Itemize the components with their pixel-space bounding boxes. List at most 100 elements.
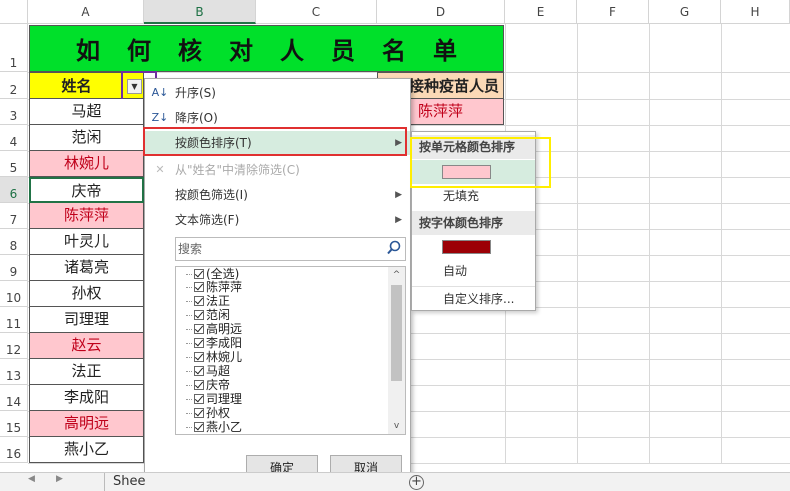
col-header-d[interactable]: D <box>377 0 505 24</box>
checkbox-checked-icon <box>194 408 204 418</box>
name-cell[interactable]: 陈萍萍 <box>29 203 144 229</box>
row-header[interactable]: 13 <box>0 359 28 385</box>
title-char: 名 <box>382 36 406 65</box>
menu-item-filter-by-color[interactable]: 按颜色筛选(I) ▶ <box>145 183 410 207</box>
title-cell[interactable]: 如 何 核 对 人 员 名 单 <box>29 25 504 72</box>
title-char: 单 <box>433 36 457 65</box>
checkbox-checked-icon <box>194 338 204 348</box>
checklist-scrollbar[interactable]: ^ v <box>388 267 405 434</box>
submenu-arrow-icon: ▶ <box>395 190 402 200</box>
select-all-corner[interactable] <box>0 0 28 24</box>
row-header[interactable]: 3 <box>0 99 28 125</box>
name-cell[interactable]: 范闲 <box>29 125 144 151</box>
checkbox-checked-icon <box>194 282 204 292</box>
row-header[interactable]: 12 <box>0 333 28 359</box>
title-char: 员 <box>331 36 355 65</box>
name-cell[interactable]: 司理理 <box>29 307 144 333</box>
checklist-item[interactable]: 高明远 <box>186 323 242 336</box>
gridline <box>721 24 722 464</box>
checkbox-checked-icon <box>194 366 204 376</box>
checklist-item[interactable]: 司理理 <box>186 393 242 406</box>
prev-sheet-icon[interactable]: ◀ <box>28 474 35 484</box>
row-header[interactable]: 1 <box>0 24 28 72</box>
column-header-bar: A B C D E F G H <box>0 0 790 24</box>
checkbox-checked-icon <box>194 422 204 432</box>
gridline <box>577 24 578 464</box>
font-color-header: 按字体颜色排序 <box>412 211 535 235</box>
checklist-item[interactable]: 法正 <box>186 295 230 308</box>
plus-circle-icon[interactable]: + <box>409 475 424 490</box>
name-cell[interactable]: 燕小乙 <box>29 437 144 463</box>
title-char: 对 <box>229 36 253 65</box>
menu-item-label: 按颜色筛选(I) <box>175 188 248 202</box>
col-header-h[interactable]: H <box>721 0 790 24</box>
scroll-thumb[interactable] <box>391 285 402 381</box>
next-sheet-icon[interactable]: ▶ <box>56 474 63 484</box>
font-color-option[interactable] <box>412 235 535 259</box>
row-header[interactable]: 8 <box>0 229 28 255</box>
menu-item-text-filter[interactable]: 文本筛选(F) ▶ <box>145 208 410 232</box>
col-header-c[interactable]: C <box>256 0 377 24</box>
menu-item-clear-filter[interactable]: ✕ 从"姓名"中清除筛选(C) <box>145 158 410 182</box>
title-char: 人 <box>280 36 304 65</box>
row-header[interactable]: 4 <box>0 125 28 151</box>
title-char: 何 <box>127 36 151 65</box>
checklist-item[interactable]: 马超 <box>186 365 230 378</box>
name-cell[interactable]: 叶灵儿 <box>29 229 144 255</box>
highlight-box-sort-by-color <box>143 127 407 156</box>
checklist-item[interactable]: 孙权 <box>186 407 230 420</box>
row-header[interactable]: 11 <box>0 307 28 333</box>
menu-item-sort-ascending[interactable]: A↓ 升序(S) <box>145 81 410 105</box>
checklist-item[interactable]: 陈萍萍 <box>186 281 242 294</box>
name-cell[interactable]: 赵云 <box>29 333 144 359</box>
search-input[interactable]: 搜索 <box>175 237 406 261</box>
scroll-down-icon[interactable]: v <box>388 418 405 434</box>
auto-option[interactable]: 自动 <box>412 259 535 283</box>
checklist-item[interactable]: 林婉儿 <box>186 351 242 364</box>
row-header[interactable]: 9 <box>0 255 28 281</box>
sort-ascending-icon: A↓ <box>151 86 169 99</box>
row-header[interactable]: 5 <box>0 151 28 177</box>
row-header[interactable]: 14 <box>0 385 28 411</box>
name-cell-active[interactable]: 庆帝 <box>29 177 144 203</box>
row-header[interactable]: 16 <box>0 437 28 463</box>
name-cell[interactable]: 林婉儿 <box>29 151 144 177</box>
menu-item-label: 从"姓名"中清除筛选(C) <box>175 163 300 177</box>
col-header-e[interactable]: E <box>505 0 577 24</box>
checklist-item[interactable]: 李成阳 <box>186 337 242 350</box>
menu-item-label: 升序(S) <box>175 86 216 100</box>
col-header-g[interactable]: G <box>649 0 721 24</box>
name-cell[interactable]: 高明远 <box>29 411 144 437</box>
checklist-item[interactable]: 庆帝 <box>186 379 230 392</box>
sheet-tab[interactable]: Shee <box>104 473 146 491</box>
name-cell[interactable]: 法正 <box>29 359 144 385</box>
checklist-item[interactable]: 范闲 <box>186 309 230 322</box>
checkbox-checked-icon <box>194 296 204 306</box>
col-header-a[interactable]: A <box>28 0 144 24</box>
menu-item-label: 文本筛选(F) <box>175 213 240 227</box>
checklist-item[interactable]: 燕小乙 <box>186 421 242 434</box>
custom-sort-option[interactable]: 自定义排序... <box>412 286 535 310</box>
name-cell[interactable]: 李成阳 <box>29 385 144 411</box>
name-cell[interactable]: 诸葛亮 <box>29 255 144 281</box>
row-header[interactable]: 6 <box>0 177 28 203</box>
row-header[interactable]: 15 <box>0 411 28 437</box>
search-icon <box>387 240 401 255</box>
menu-item-label: 降序(O) <box>175 111 218 125</box>
row-header[interactable]: 2 <box>0 72 28 99</box>
col-header-b[interactable]: B <box>144 0 256 24</box>
checkbox-checked-icon <box>194 324 204 334</box>
title-char: 如 <box>76 36 100 65</box>
sheet-tab-bar: ◀ ▶ Shee + <box>0 472 790 491</box>
scroll-up-icon[interactable]: ^ <box>388 267 405 283</box>
title-char: 核 <box>178 36 202 65</box>
checkbox-checked-icon <box>194 352 204 362</box>
checkbox-checked-icon <box>194 310 204 320</box>
color-swatch-darkred <box>442 240 491 254</box>
name-cell[interactable]: 孙权 <box>29 281 144 307</box>
row-header[interactable]: 7 <box>0 203 28 229</box>
name-cell[interactable]: 马超 <box>29 99 144 125</box>
checkbox-checked-icon <box>194 269 204 279</box>
row-header[interactable]: 10 <box>0 281 28 307</box>
col-header-f[interactable]: F <box>577 0 649 24</box>
